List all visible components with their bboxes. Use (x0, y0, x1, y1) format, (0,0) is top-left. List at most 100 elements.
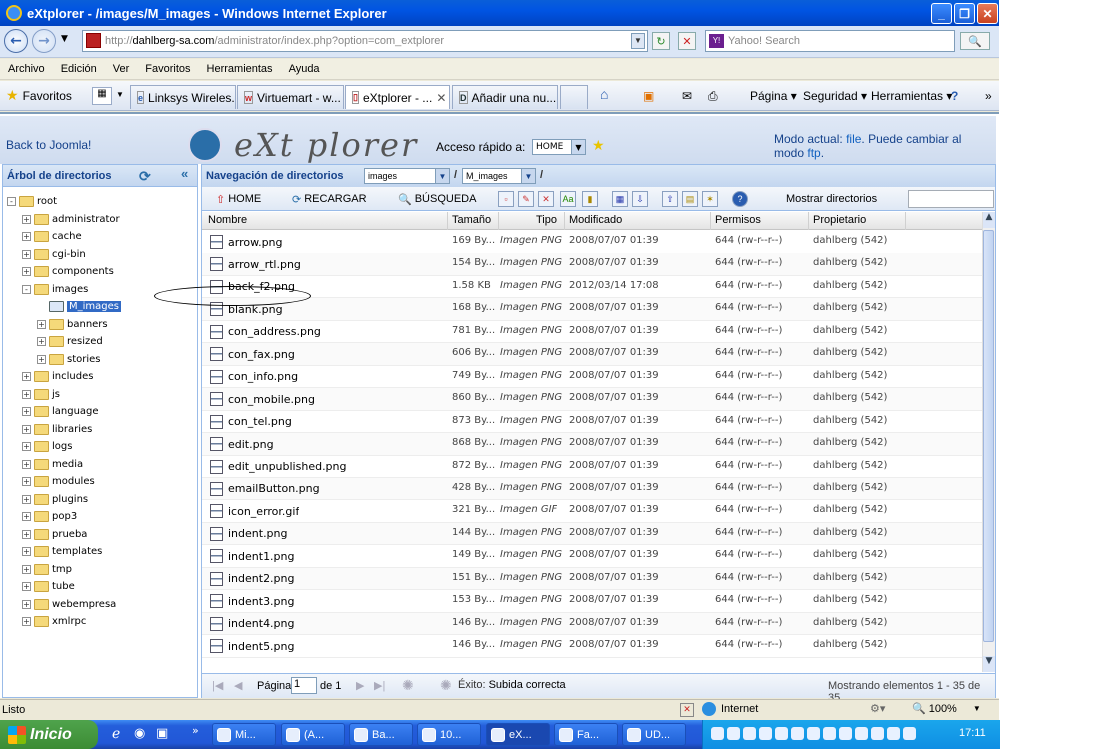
tray-app-icon[interactable] (791, 726, 804, 740)
stop-icon[interactable]: ✕ (678, 32, 696, 50)
table-row[interactable]: indent4.png 146 By... Imagen PNG 2008/07/07… (202, 612, 982, 636)
tray-app-icon[interactable] (727, 726, 740, 740)
tree-node-m-images[interactable]: M_images (37, 298, 121, 315)
tray-app-icon[interactable] (903, 726, 916, 740)
expand-icon[interactable]: + (22, 477, 31, 486)
tray-app-icon[interactable] (823, 726, 836, 740)
tree-node-administrator[interactable]: + administrator (22, 211, 120, 228)
table-row[interactable]: indent2.png 151 By... Imagen PNG 2008/07/07… (202, 567, 982, 591)
column-size[interactable]: Tamaño (452, 214, 491, 226)
collapse-icon[interactable]: - (22, 284, 31, 294)
archive-button[interactable]: ▤ (682, 191, 701, 207)
help-button[interactable]: ? (732, 191, 751, 207)
quicklaunch-desktop-icon[interactable]: ▣ (156, 726, 168, 741)
tree-node-resized[interactable]: + resized (37, 333, 103, 350)
tree-node-tube[interactable]: + tube (22, 578, 75, 595)
reload-button[interactable]: ⟳ RECARGAR (292, 191, 367, 207)
tree-node-language[interactable]: + language (22, 403, 99, 420)
refresh-page-icon[interactable]: ✺ (402, 677, 414, 694)
rename-button[interactable]: Aa (560, 191, 579, 207)
refresh-icon[interactable]: ↻ (652, 32, 670, 50)
first-page-icon[interactable]: |◀ (212, 679, 223, 692)
expand-icon[interactable]: + (22, 494, 31, 504)
column-type[interactable]: Tipo (536, 214, 557, 226)
expand-icon[interactable]: + (22, 372, 31, 381)
table-row[interactable]: arrow.png 169 By... Imagen PNG 2008/07/07 0… (202, 231, 982, 254)
menu-archivo[interactable]: Archivo (0, 63, 53, 75)
path-select-1[interactable]: images ▼ (364, 168, 450, 184)
taskbar-window-button[interactable]: 10... (417, 723, 481, 746)
page-number-input[interactable]: 1 (291, 677, 317, 694)
chmod-button[interactable]: ▮ (582, 191, 601, 207)
download-button[interactable]: ⇩ (632, 191, 651, 207)
upload-button[interactable]: ⇧ (662, 191, 681, 207)
table-row[interactable]: indent.png 144 By... Imagen PNG 2008/07/07 … (202, 522, 982, 546)
expand-icon[interactable]: + (22, 214, 31, 224)
tree-node-xmlrpc[interactable]: + xmlrpc (22, 613, 86, 630)
tree-node-images[interactable]: - images (22, 281, 88, 298)
path-select-2[interactable]: M_images ▼ (462, 168, 536, 184)
quicklaunch-ie-icon[interactable]: ℯ (112, 726, 120, 742)
expand-icon[interactable]: + (22, 459, 31, 469)
expand-icon[interactable]: + (22, 407, 31, 416)
security-menu[interactable]: Seguridad ▾ (803, 89, 867, 103)
tree-node-includes[interactable]: + includes (22, 368, 93, 385)
quicklaunch-more-icon[interactable]: » (192, 724, 199, 737)
expand-icon[interactable]: + (22, 267, 31, 276)
table-row[interactable]: arrow_rtl.png 154 By... Imagen PNG 2008/07/… (202, 253, 982, 276)
tree-node-modules[interactable]: + modules (22, 473, 95, 490)
tree-node-js[interactable]: + js (22, 386, 60, 403)
tab-nueva[interactable]: D Añadir una nu... (452, 85, 558, 109)
expand-icon[interactable]: + (22, 249, 31, 259)
favorites-button[interactable]: ★ Favoritos (6, 87, 72, 104)
maximize-button[interactable]: ❐ (954, 3, 975, 24)
tree-node-pop3[interactable]: + pop3 (22, 508, 77, 525)
table-row[interactable]: indent3.png 153 By... Imagen PNG 2008/07/07… (202, 590, 982, 613)
table-row[interactable]: back_f2.png 1.58 KB Imagen PNG 2012/03/14 1… (202, 276, 982, 299)
search-button[interactable]: 🔍 BÚSQUEDA (398, 191, 476, 207)
expand-icon[interactable]: + (22, 512, 31, 521)
expand-icon[interactable]: + (22, 582, 31, 591)
expand-icon[interactable]: + (22, 529, 31, 539)
collapse-icon[interactable]: - (7, 197, 16, 206)
bookmark-star-icon[interactable]: ★ (592, 138, 605, 154)
prev-page-icon[interactable]: ◀ (234, 679, 242, 692)
last-page-icon[interactable]: ▶| (374, 679, 385, 692)
tree-node-libraries[interactable]: + libraries (22, 421, 92, 438)
taskbar-window-button[interactable]: Fa... (554, 723, 618, 746)
tree-node-prueba[interactable]: + prueba (22, 526, 87, 543)
popup-blocked-icon[interactable]: ✕ (680, 703, 694, 717)
menu-favoritos[interactable]: Favoritos (137, 63, 198, 75)
expand-icon[interactable]: + (37, 354, 46, 364)
table-row[interactable]: indent1.png 149 By... Imagen PNG 2008/07/07… (202, 545, 982, 568)
forward-button[interactable]: → (32, 29, 56, 53)
taskbar-window-button[interactable]: Ba... (349, 723, 413, 746)
table-row[interactable]: con_mobile.png 860 By... Imagen PNG 2008/07… (202, 388, 982, 411)
expand-icon[interactable]: + (22, 442, 31, 451)
tray-app-icon[interactable] (871, 726, 884, 740)
tree-node-webempresa[interactable]: + webempresa (22, 596, 116, 613)
collapse-panel-icon[interactable]: « (181, 166, 188, 181)
close-button[interactable]: ✕ (977, 3, 998, 24)
tray-app-icon[interactable] (807, 726, 820, 740)
tray-app-icon[interactable] (775, 726, 788, 740)
scroll-thumb[interactable] (983, 230, 994, 642)
tab-linksys[interactable]: e Linksys Wireles... (130, 85, 236, 109)
tree-node-components[interactable]: + components (22, 263, 114, 280)
new-file-button[interactable]: ▫ (498, 191, 517, 207)
table-row[interactable]: emailButton.png 428 By... Imagen PNG 2008/0… (202, 477, 982, 501)
delete-button[interactable]: ✕ (538, 191, 557, 207)
tree-node-stories[interactable]: + stories (37, 351, 101, 368)
menu-herramientas[interactable]: Herramientas (199, 63, 281, 75)
table-row[interactable]: blank.png 168 By... Imagen PNG 2008/07/07 0… (202, 298, 982, 321)
tools-menu[interactable]: Herramientas ▾ (871, 89, 952, 103)
back-button[interactable]: ← (4, 29, 28, 53)
help-icon[interactable]: ? (951, 89, 958, 103)
extract-button[interactable]: ✶ (702, 191, 721, 207)
minimize-button[interactable]: _ (931, 3, 952, 24)
table-row[interactable]: edit_unpublished.png 872 By... Imagen PNG 2… (202, 456, 982, 478)
page-menu[interactable]: Página ▾ (750, 89, 797, 103)
address-dropdown-icon[interactable]: ▼ (631, 33, 645, 49)
search-input[interactable]: Y! Yahoo! Search (705, 30, 955, 52)
view-button[interactable]: ▦ (612, 191, 631, 207)
